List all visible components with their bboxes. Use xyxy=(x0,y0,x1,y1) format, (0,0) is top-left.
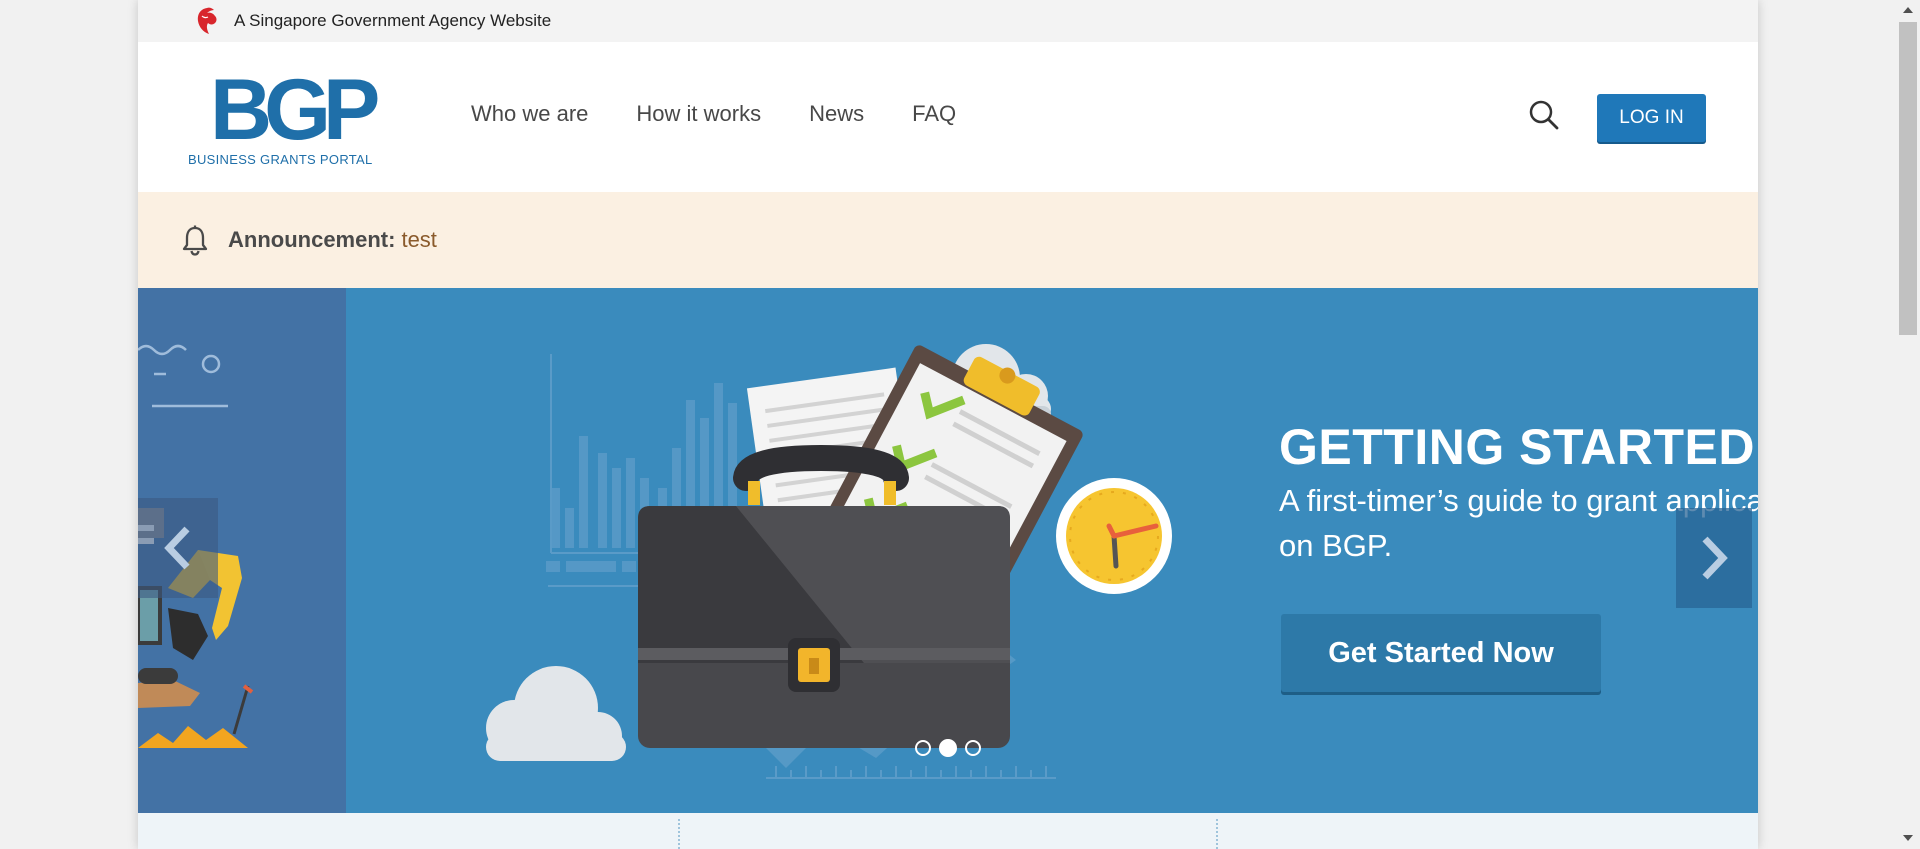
nav-who-we-are[interactable]: Who we are xyxy=(471,101,588,127)
hero-carousel: GETTING STARTED A first-timer’s guide to… xyxy=(138,288,1758,813)
carousel-prev-button[interactable] xyxy=(138,498,218,598)
scrollbar-thumb[interactable] xyxy=(1899,22,1917,335)
main-nav: Who we are How it works News FAQ xyxy=(471,101,1004,127)
carousel-dot-2[interactable] xyxy=(939,739,957,757)
carousel-dot-3[interactable] xyxy=(965,740,981,756)
site-header: BGP BUSINESS GRANTS PORTAL Who we are Ho… xyxy=(138,42,1758,192)
chevron-left-icon xyxy=(164,526,190,570)
briefcase-clipboard-illustration xyxy=(486,344,1172,779)
content-section-top xyxy=(138,813,1758,849)
carousel-next-button[interactable] xyxy=(1676,508,1752,608)
nav-faq[interactable]: FAQ xyxy=(912,101,956,127)
bell-icon xyxy=(182,225,208,256)
column-divider xyxy=(678,819,680,849)
carousel-indicators xyxy=(915,739,981,757)
nav-how-it-works[interactable]: How it works xyxy=(636,101,761,127)
scroll-up-arrow-icon[interactable] xyxy=(1896,0,1920,20)
masthead-text: A Singapore Government Agency Website xyxy=(234,11,552,30)
announcement-bar: Announcement: test xyxy=(138,192,1758,288)
announcement-label: Announcement: xyxy=(228,227,396,252)
page-container: A Singapore Government Agency Website BG… xyxy=(138,0,1758,849)
logo-subtitle: BUSINESS GRANTS PORTAL xyxy=(188,152,373,167)
column-divider xyxy=(1216,819,1218,849)
page-scrollbar[interactable] xyxy=(1896,0,1920,849)
bgp-logo[interactable]: BGP BUSINESS GRANTS PORTAL xyxy=(188,62,380,174)
search-icon[interactable] xyxy=(1528,99,1560,131)
previous-slide-peek xyxy=(138,288,346,813)
announcement-text[interactable]: test xyxy=(401,227,436,253)
chevron-right-icon xyxy=(1702,536,1728,580)
login-button[interactable]: LOG IN xyxy=(1597,94,1706,142)
nav-news[interactable]: News xyxy=(809,101,864,127)
slide-title: GETTING STARTED xyxy=(1279,419,1756,475)
gov-masthead: A Singapore Government Agency Website xyxy=(138,0,1758,42)
carousel-dot-1[interactable] xyxy=(915,740,931,756)
logo-text: BGP xyxy=(210,62,380,158)
lion-head-icon xyxy=(197,7,217,35)
get-started-button[interactable]: Get Started Now xyxy=(1281,614,1601,692)
scroll-down-arrow-icon[interactable] xyxy=(1896,828,1920,848)
